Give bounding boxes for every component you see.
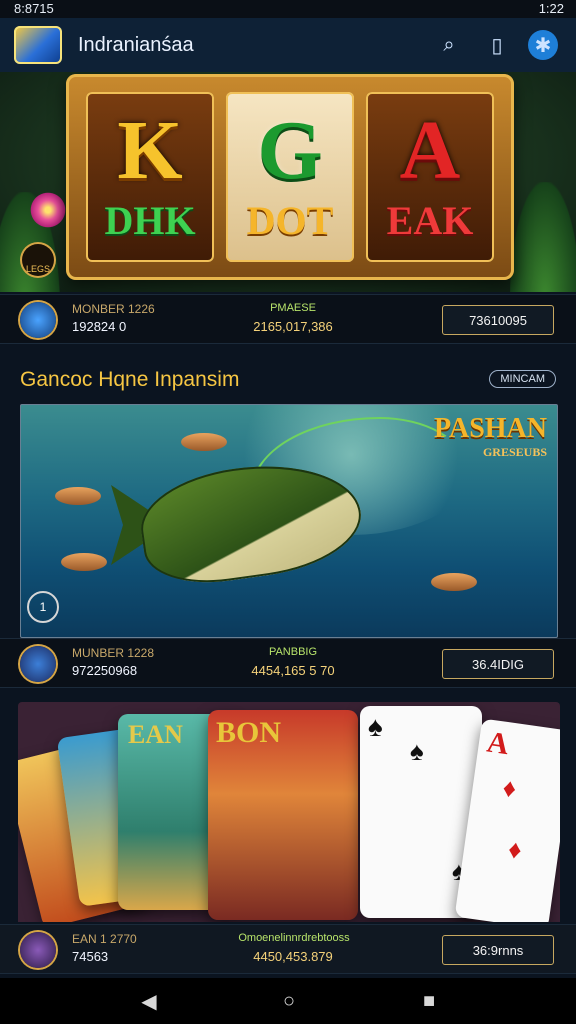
back-icon[interactable]: ◀	[134, 986, 164, 1016]
slot-game-banner[interactable]: K DHK G DOT A EAK LEGS	[0, 72, 576, 292]
app-bar: Indrаnianśaa ⌕ ▯ ✱	[0, 18, 576, 73]
search-icon[interactable]: ⌕	[434, 30, 464, 60]
reel-word: DHK	[104, 197, 196, 243]
card-corner: EAN	[128, 720, 183, 749]
small-fish-icon	[431, 573, 477, 591]
info-mid-value: 4454,165 5 70	[251, 663, 335, 678]
reel-symbol: K	[117, 103, 183, 197]
section-heading: Gancoc Hqne Inpansim MINCAM	[0, 352, 576, 402]
small-fish-icon	[61, 553, 107, 571]
status-time: 8:8715	[14, 1, 54, 16]
info-value: 972250968	[72, 663, 138, 678]
flower-decoration	[28, 190, 68, 230]
info-label: MONBER 1226	[72, 302, 155, 316]
reel-symbol: A	[399, 103, 461, 197]
fishing-title: PASHAN	[433, 413, 547, 444]
info-label: MUNBER 1228	[72, 646, 155, 660]
leaf-decoration	[510, 182, 576, 292]
reel-symbol: G	[257, 103, 323, 197]
fishing-subtitle: GRESEUBS	[482, 445, 547, 459]
game-info-bar: MONBER 1226 192824 0 PMAESE 2165,017,386…	[0, 294, 576, 344]
document-icon[interactable]: ▯	[482, 30, 512, 60]
slot-reel: A EAK	[366, 92, 494, 262]
reel-word: EAK	[386, 197, 474, 243]
small-fish-icon	[181, 433, 227, 451]
card-corner: BON	[216, 716, 282, 749]
slot-frame: K DHK G DOT A EAK	[66, 74, 514, 280]
app-logo[interactable]	[14, 26, 62, 64]
game-avatar	[20, 302, 56, 338]
play-button[interactable]: 73610095	[442, 305, 554, 335]
play-button[interactable]: 36:9rnns	[442, 935, 554, 965]
game-badge: LEGS	[22, 244, 54, 276]
info-value: 192824 0	[72, 319, 127, 334]
section-more-button[interactable]: MINCAM	[489, 370, 556, 388]
info-mid-label: Omoenelinnrdrebtooss	[238, 932, 350, 944]
slot-reel: G DOT	[226, 92, 354, 262]
status-bar: 8:8715 1:22	[0, 0, 576, 18]
diamond-icon: ♦	[506, 833, 524, 866]
info-mid-label: PANBBIG	[268, 646, 318, 658]
info-mid-value: 2165,017,386	[253, 319, 333, 334]
game-info-bar: EAN 1 2770 74563 Omoenelinnrdrebtooss 44…	[0, 924, 576, 974]
section-title: Gancoc Hqne Inpansim	[20, 368, 240, 391]
card-corner: A	[484, 725, 511, 762]
game-avatar	[20, 932, 56, 968]
info-mid-value: 4450,453.879	[253, 949, 333, 964]
fishing-game-banner[interactable]: PASHAN GRESEUBS 1	[20, 404, 558, 638]
reel-word: DOT	[246, 197, 334, 243]
spade-icon: ♠	[410, 736, 424, 766]
home-icon[interactable]: ○	[274, 986, 304, 1016]
card-game-banner[interactable]: EAN BON ♠ ♠ ♠ A ♦ ♦	[18, 702, 560, 922]
slot-reel: K DHK	[86, 92, 214, 262]
game-info-bar: MUNBER 1228 972250968 PANBBIG 4454,165 5…	[0, 638, 576, 688]
info-label: EAN 1 2770	[72, 932, 137, 946]
game-badge: 1	[27, 591, 59, 623]
info-value: 74563	[72, 949, 109, 964]
small-fish-icon	[55, 487, 101, 505]
status-clock: 1:22	[538, 1, 564, 16]
playing-card: BON	[208, 710, 358, 920]
system-nav-bar: ◀ ○ ■	[0, 978, 576, 1024]
game-avatar	[20, 646, 56, 682]
recent-apps-icon[interactable]: ■	[414, 986, 444, 1016]
profile-icon[interactable]: ✱	[528, 30, 558, 60]
diamond-icon: ♦	[500, 772, 519, 804]
fishing-game-logo: PASHAN GRESEUBS	[434, 413, 547, 460]
app-title: Indrаnianśaa	[78, 34, 194, 56]
info-mid-label: PMAESE	[270, 302, 316, 314]
card-corner: ♠	[368, 712, 383, 743]
play-button[interactable]: 36.4IDIG	[442, 649, 554, 679]
